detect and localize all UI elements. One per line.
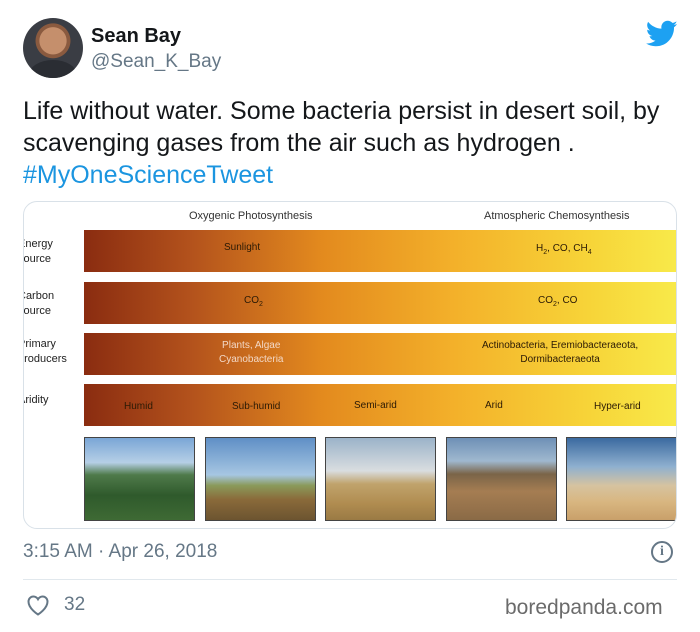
heart-icon[interactable]: [26, 594, 50, 616]
semi-arid-landscape-photo: [325, 437, 436, 521]
energy-right-value: H2, CO, CH4: [536, 243, 592, 256]
carbon-left-value: CO2: [244, 295, 263, 308]
tweet-timestamp[interactable]: 3:15 AM · Apr 26, 2018: [23, 541, 217, 563]
row-label-aridity: Aridity: [24, 394, 49, 406]
tweet-media-figure[interactable]: Oxygenic Photosynthesis Atmospheric Chem…: [23, 201, 677, 529]
aridity-stage: Humid: [124, 401, 153, 412]
energy-left-value: Sunlight: [224, 242, 261, 253]
row-label-producers: Primaryproducers: [24, 338, 67, 365]
info-icon[interactable]: i: [651, 541, 673, 563]
aridity-stage: Hyper-arid: [594, 401, 641, 412]
aridity-stage: Arid: [485, 400, 503, 411]
twitter-bird-icon[interactable]: [646, 20, 678, 48]
user-handle[interactable]: @Sean_K_Bay: [91, 51, 221, 73]
hashtag-link[interactable]: #MyOneScienceTweet: [23, 161, 273, 189]
aridity-bar: Humid Sub-humid Semi-arid Arid Hyper-ari…: [84, 384, 676, 426]
figure-heading-right: Atmospheric Chemosynthesis: [484, 210, 630, 222]
arid-canyon-photo: [446, 437, 557, 521]
energy-source-bar: Sunlight H2, CO, CH4: [84, 230, 676, 272]
tweet-text: Life without water. Some bacteria persis…: [23, 95, 683, 191]
avatar[interactable]: [23, 18, 83, 78]
row-label-energy: Energysource: [23, 238, 53, 265]
sub-humid-landscape-photo: [205, 437, 316, 521]
producers-right-value: Actinobacteria, Eremiobacteraeota, Dormib…: [482, 340, 639, 365]
carbon-source-bar: CO2 CO2, CO: [84, 282, 676, 324]
producers-left-value: Plants, Algae Cyanobacteria: [219, 340, 284, 365]
row-label-carbon: Carbonsource: [23, 290, 55, 317]
tweet-body: Life without water. Some bacteria persis…: [23, 97, 660, 157]
aridity-stage: Sub-humid: [232, 401, 281, 412]
watermark: boredpanda.com: [505, 596, 663, 619]
like-count: 32: [64, 594, 86, 615]
hyper-arid-desert-photo: [566, 437, 676, 521]
primary-producers-bar: Plants, Algae Cyanobacteria Actinobacteri…: [84, 333, 676, 375]
figure-heading-left: Oxygenic Photosynthesis: [189, 210, 313, 222]
aridity-stage: Semi-arid: [354, 400, 397, 411]
carbon-right-value: CO2, CO: [538, 295, 578, 308]
user-name[interactable]: Sean Bay: [91, 25, 181, 48]
humid-forest-photo: [84, 437, 195, 521]
divider: [23, 579, 677, 580]
